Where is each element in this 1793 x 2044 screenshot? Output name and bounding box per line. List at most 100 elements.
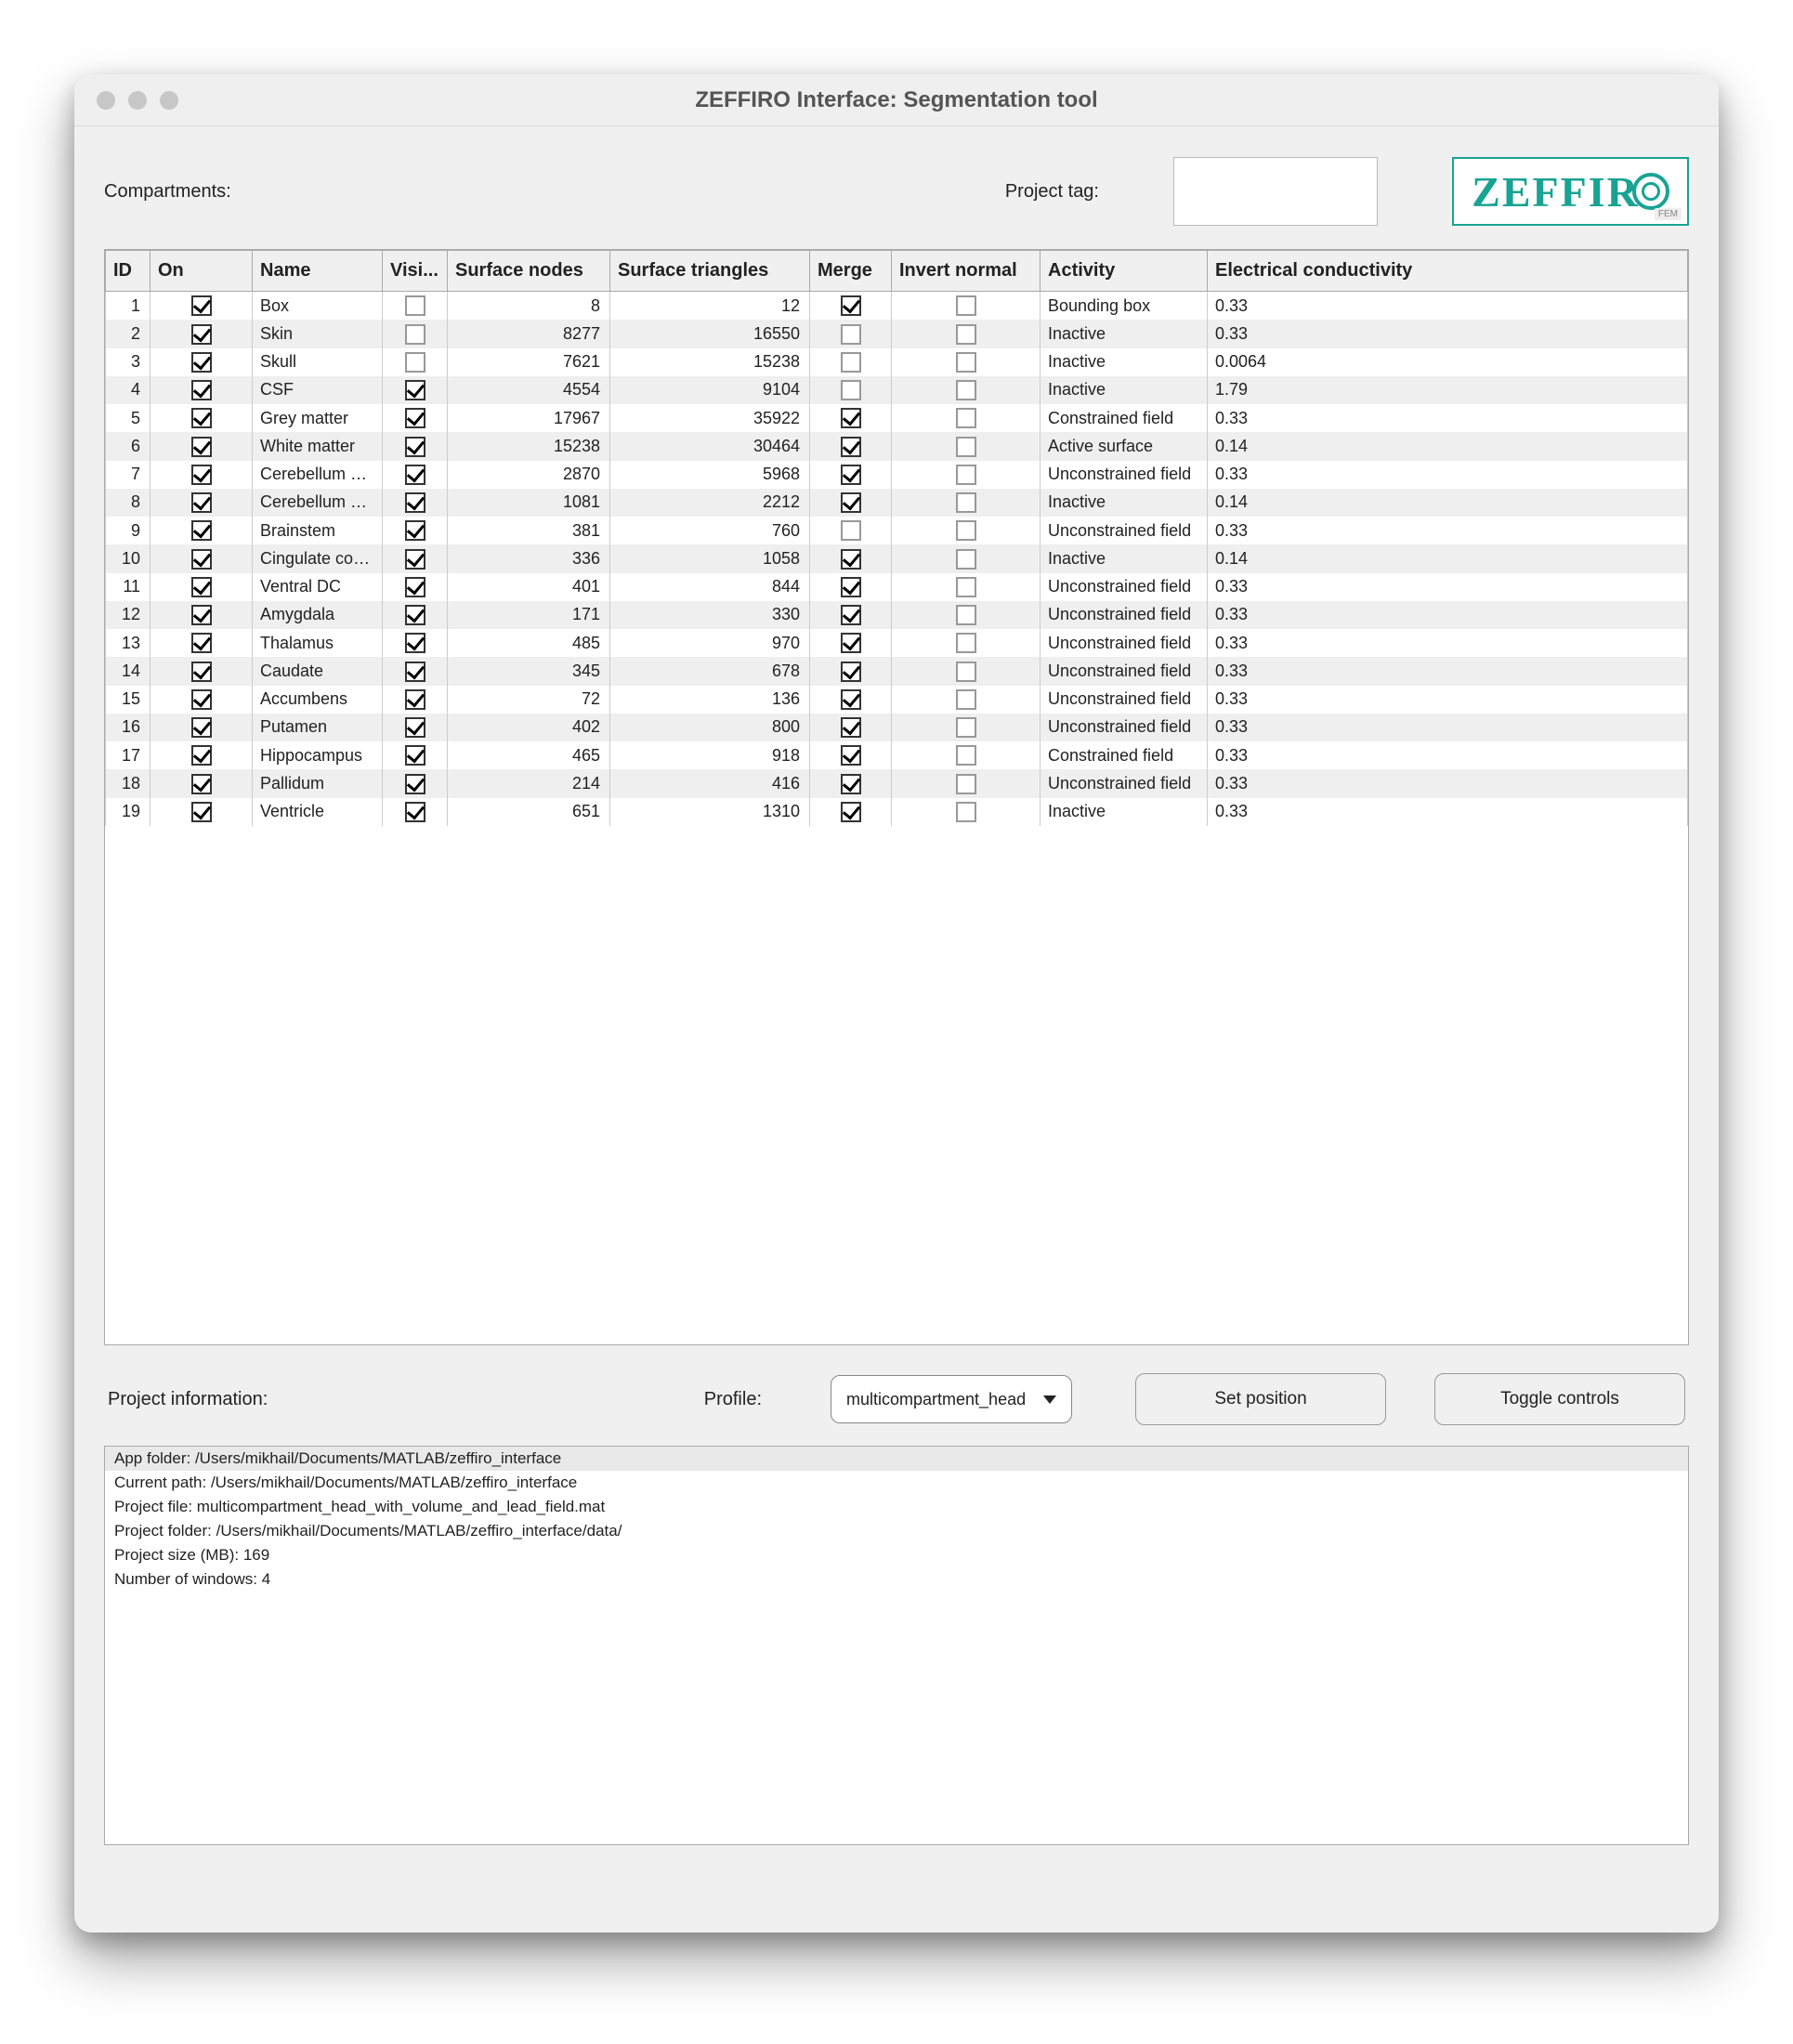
checkbox[interactable] [956, 408, 976, 428]
checkbox[interactable] [191, 717, 212, 738]
checkbox[interactable] [956, 633, 976, 653]
checkbox[interactable] [956, 465, 976, 485]
cell-invert-normal[interactable] [892, 404, 1040, 432]
cell-visibility[interactable] [383, 292, 448, 321]
checkbox[interactable] [191, 295, 212, 316]
col-header-conductivity[interactable]: Electrical conductivity [1208, 251, 1688, 292]
cell-merge[interactable] [810, 741, 892, 769]
cell-activity[interactable]: Unconstrained field [1040, 517, 1208, 544]
cell-activity[interactable]: Inactive [1040, 544, 1208, 572]
cell-surface-nodes[interactable]: 8277 [448, 320, 610, 347]
col-header-on[interactable]: On [151, 251, 253, 292]
cell-visibility[interactable] [383, 798, 448, 826]
checkbox[interactable] [956, 437, 976, 457]
checkbox[interactable] [405, 324, 425, 345]
cell-conductivity[interactable]: 0.33 [1208, 657, 1688, 685]
cell-on[interactable] [151, 376, 253, 404]
cell-activity[interactable]: Inactive [1040, 320, 1208, 347]
col-header-merge[interactable]: Merge [810, 251, 892, 292]
cell-id[interactable]: 11 [106, 573, 151, 601]
cell-activity[interactable]: Constrained field [1040, 741, 1208, 769]
cell-conductivity[interactable]: 0.33 [1208, 404, 1688, 432]
cell-id[interactable]: 13 [106, 629, 151, 657]
cell-id[interactable]: 7 [106, 461, 151, 489]
cell-name[interactable]: Accumbens [253, 686, 383, 714]
cell-surface-triangles[interactable]: 12 [610, 292, 810, 321]
cell-merge[interactable] [810, 404, 892, 432]
cell-merge[interactable] [810, 461, 892, 489]
cell-name[interactable]: Putamen [253, 714, 383, 741]
cell-conductivity[interactable]: 0.0064 [1208, 348, 1688, 376]
cell-surface-nodes[interactable]: 4554 [448, 376, 610, 404]
checkbox[interactable] [956, 352, 976, 373]
cell-surface-nodes[interactable]: 402 [448, 714, 610, 741]
cell-surface-nodes[interactable]: 17967 [448, 404, 610, 432]
checkbox[interactable] [405, 380, 425, 400]
cell-conductivity[interactable]: 0.33 [1208, 517, 1688, 544]
cell-surface-triangles[interactable]: 1310 [610, 798, 810, 826]
cell-on[interactable] [151, 629, 253, 657]
cell-invert-normal[interactable] [892, 348, 1040, 376]
checkbox[interactable] [956, 689, 976, 710]
cell-merge[interactable] [810, 544, 892, 572]
checkbox[interactable] [956, 549, 976, 570]
cell-surface-nodes[interactable]: 381 [448, 517, 610, 544]
cell-visibility[interactable] [383, 714, 448, 741]
checkbox[interactable] [191, 802, 212, 822]
checkbox[interactable] [405, 295, 425, 316]
cell-activity[interactable]: Unconstrained field [1040, 573, 1208, 601]
checkbox[interactable] [956, 324, 976, 345]
checkbox[interactable] [841, 492, 861, 513]
cell-surface-triangles[interactable]: 9104 [610, 376, 810, 404]
cell-conductivity[interactable]: 0.33 [1208, 741, 1688, 769]
cell-visibility[interactable] [383, 348, 448, 376]
cell-visibility[interactable] [383, 404, 448, 432]
cell-invert-normal[interactable] [892, 461, 1040, 489]
cell-surface-nodes[interactable]: 485 [448, 629, 610, 657]
cell-surface-nodes[interactable]: 345 [448, 657, 610, 685]
cell-conductivity[interactable]: 0.33 [1208, 461, 1688, 489]
toggle-controls-button[interactable]: Toggle controls [1434, 1373, 1685, 1425]
cell-surface-triangles[interactable]: 800 [610, 714, 810, 741]
cell-on[interactable] [151, 320, 253, 347]
cell-id[interactable]: 16 [106, 714, 151, 741]
cell-name[interactable]: Grey matter [253, 404, 383, 432]
cell-name[interactable]: Cerebellum WM [253, 489, 383, 517]
cell-surface-nodes[interactable]: 1081 [448, 489, 610, 517]
cell-activity[interactable]: Unconstrained field [1040, 714, 1208, 741]
cell-name[interactable]: Thalamus [253, 629, 383, 657]
cell-name[interactable]: Box [253, 292, 383, 321]
cell-on[interactable] [151, 292, 253, 321]
cell-activity[interactable]: Unconstrained field [1040, 769, 1208, 797]
checkbox[interactable] [956, 520, 976, 541]
cell-on[interactable] [151, 741, 253, 769]
cell-visibility[interactable] [383, 741, 448, 769]
cell-merge[interactable] [810, 376, 892, 404]
cell-invert-normal[interactable] [892, 292, 1040, 321]
cell-name[interactable]: Cingulate cortex [253, 544, 383, 572]
checkbox[interactable] [956, 492, 976, 513]
cell-visibility[interactable] [383, 432, 448, 460]
cell-name[interactable]: White matter [253, 432, 383, 460]
cell-on[interactable] [151, 601, 253, 629]
cell-on[interactable] [151, 404, 253, 432]
cell-name[interactable]: Ventral DC [253, 573, 383, 601]
cell-id[interactable]: 4 [106, 376, 151, 404]
cell-on[interactable] [151, 544, 253, 572]
checkbox[interactable] [191, 324, 212, 345]
cell-surface-nodes[interactable]: 8 [448, 292, 610, 321]
cell-surface-nodes[interactable]: 336 [448, 544, 610, 572]
checkbox[interactable] [405, 352, 425, 373]
checkbox[interactable] [841, 408, 861, 428]
cell-conductivity[interactable]: 0.33 [1208, 573, 1688, 601]
cell-surface-nodes[interactable]: 15238 [448, 432, 610, 460]
cell-surface-triangles[interactable]: 760 [610, 517, 810, 544]
close-icon[interactable] [97, 91, 115, 110]
checkbox[interactable] [405, 605, 425, 625]
checkbox[interactable] [841, 437, 861, 457]
cell-on[interactable] [151, 432, 253, 460]
checkbox[interactable] [405, 492, 425, 513]
cell-activity[interactable]: Active surface [1040, 432, 1208, 460]
cell-activity[interactable]: Inactive [1040, 348, 1208, 376]
cell-surface-triangles[interactable]: 918 [610, 741, 810, 769]
